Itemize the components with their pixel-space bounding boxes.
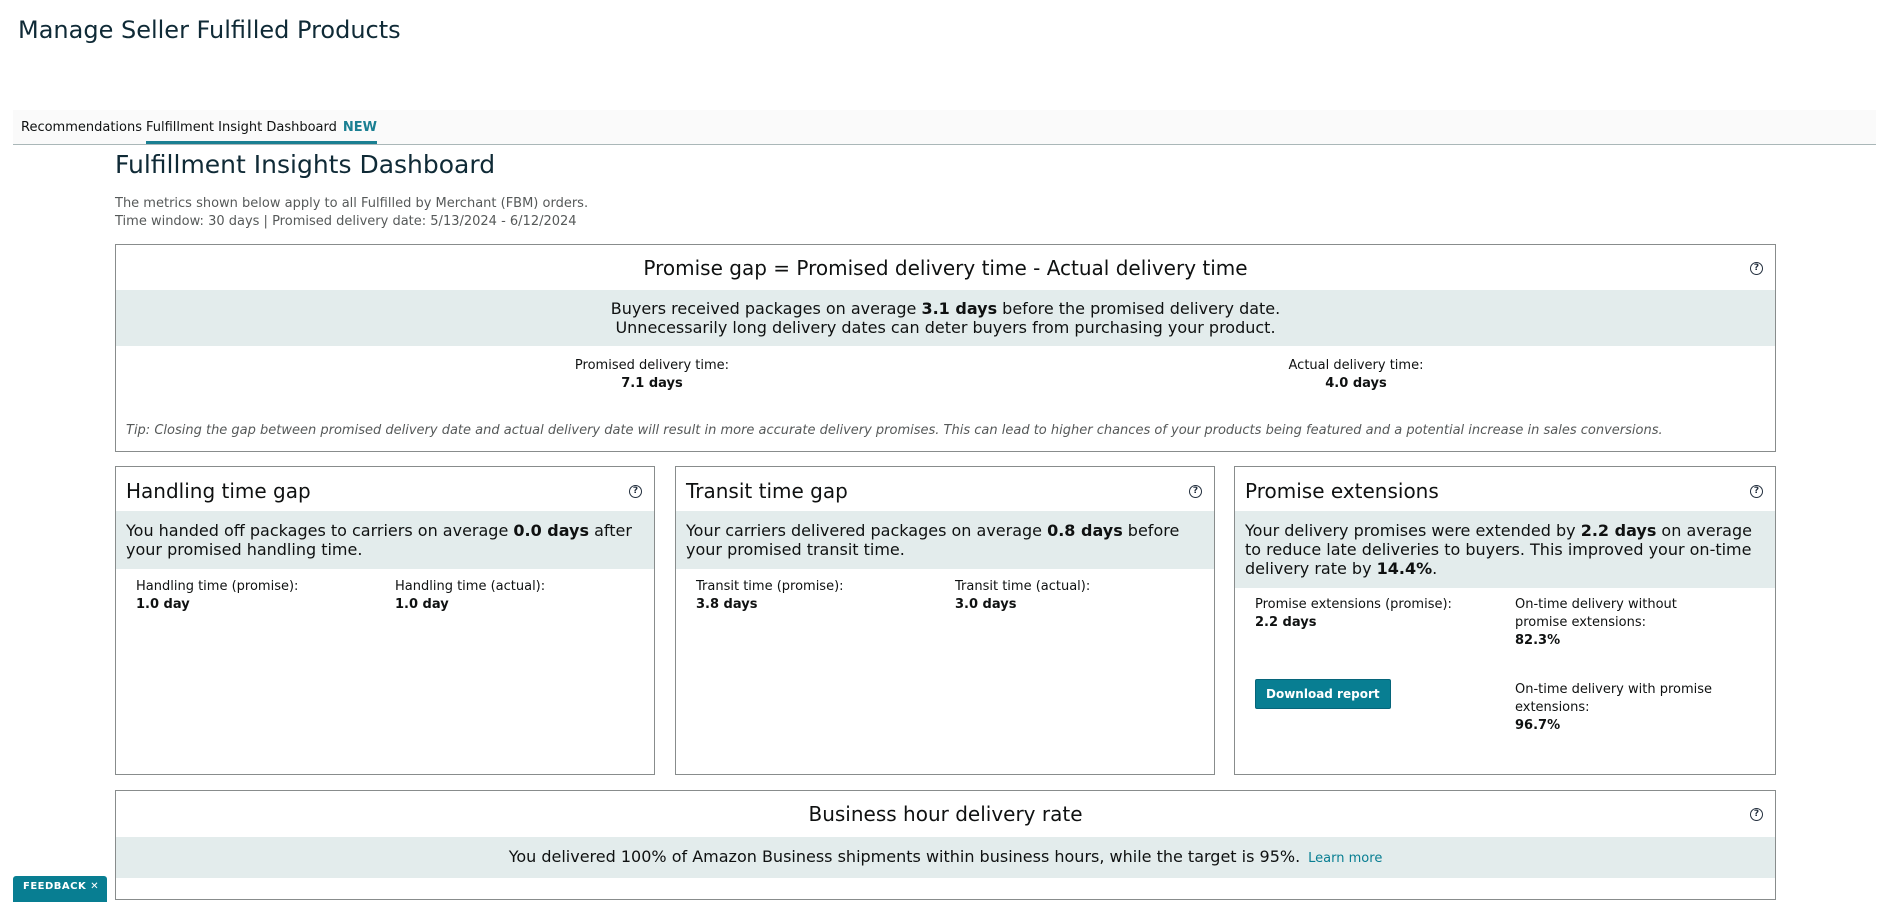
summary-band: Your carriers delivered packages on aver… (676, 511, 1214, 569)
feedback-button[interactable]: FEEDBACK ✕ (13, 876, 108, 902)
stat-label: Promised delivery time: (574, 358, 730, 373)
stat-label: Transit time (promise): (696, 579, 844, 594)
on-time-with-extensions-stat: On-time delivery with promise extensions… (1515, 681, 1715, 735)
summary-band: Your delivery promises were extended by … (1235, 511, 1775, 588)
tab-label: Recommendations (21, 120, 143, 135)
help-icon[interactable]: ? (1189, 485, 1202, 498)
dashboard-title: Fulfillment Insights Dashboard (115, 150, 496, 179)
card-title: Transit time gap (686, 479, 848, 503)
band-text: before the promised delivery date. (997, 299, 1281, 318)
handling-promise-stat: Handling time (promise): 1.0 day (136, 578, 298, 614)
stat-value: 82.3% (1515, 633, 1561, 648)
help-icon[interactable]: ? (1750, 262, 1763, 275)
dashboard-header: Fulfillment Insights Dashboard The metri… (115, 150, 1775, 231)
handling-actual-stat: Handling time (actual): 1.0 day (395, 578, 545, 614)
handling-time-gap-card: Handling time gap ? You handed off packa… (115, 466, 655, 775)
promise-gap-panel: Promise gap = Promised delivery time - A… (115, 244, 1776, 452)
tab-bar: Recommendations Fulfillment Insight Dash… (13, 110, 1876, 145)
stat-value: 7.1 days (621, 376, 683, 391)
band-value: 2.2 days (1580, 521, 1657, 540)
band-text: Your carriers delivered packages on aver… (686, 521, 1048, 540)
download-report-button[interactable]: Download report (1255, 679, 1391, 709)
band-text: You handed off packages to carriers on a… (126, 521, 514, 540)
band-value: 14.4% (1376, 559, 1433, 578)
card-title: Handling time gap (126, 479, 311, 503)
stat-value: 3.8 days (696, 597, 758, 612)
stat-value: 3.0 days (955, 597, 1017, 612)
actual-delivery-stat: Actual delivery time: 4.0 days (1206, 357, 1506, 393)
band-text: . (1432, 559, 1438, 578)
stat-label: Transit time (actual): (955, 579, 1091, 594)
band-value: 3.1 days (921, 299, 998, 318)
card-title: Promise extensions (1245, 479, 1439, 503)
panel-title: Business hour delivery rate (808, 802, 1083, 826)
stat-value: 1.0 day (136, 597, 190, 612)
page-title: Manage Seller Fulfilled Products (18, 16, 401, 44)
help-icon[interactable]: ? (629, 485, 642, 498)
stat-value: 96.7% (1515, 718, 1561, 733)
transit-actual-stat: Transit time (actual): 3.0 days (955, 578, 1090, 614)
stat-label: Handling time (promise): (136, 579, 299, 594)
band-text: Your delivery promises were extended by (1245, 521, 1581, 540)
learn-more-link[interactable]: Learn more (1308, 851, 1382, 866)
tab-recommendations[interactable]: Recommendations (21, 120, 142, 135)
promise-extensions-stat: Promise extensions (promise): 2.2 days (1255, 596, 1455, 632)
transit-time-gap-card: Transit time gap ? Your carriers deliver… (675, 466, 1215, 775)
stat-label: On-time delivery with promise extensions… (1515, 682, 1713, 715)
band-value: 0.0 days (513, 521, 589, 540)
dashboard-meta: The metrics shown below apply to all Ful… (115, 195, 1775, 231)
meta-line: Time window: 30 days | Promised delivery… (115, 214, 577, 229)
band-text: Buyers received packages on average (610, 299, 922, 318)
help-icon[interactable]: ? (1750, 808, 1763, 821)
stat-label: Actual delivery time: (1288, 358, 1424, 373)
help-icon[interactable]: ? (1750, 485, 1763, 498)
tab-label: Fulfillment Insight Dashboard (146, 120, 337, 135)
panel-title: Promise gap = Promised delivery time - A… (643, 256, 1248, 280)
band-value: 0.8 days (1047, 521, 1123, 540)
band-text: You delivered 100% of Amazon Business sh… (508, 847, 1301, 866)
transit-promise-stat: Transit time (promise): 3.8 days (696, 578, 844, 614)
stat-label: Promise extensions (promise): (1255, 597, 1452, 612)
promise-extensions-card: Promise extensions ? Your delivery promi… (1234, 466, 1776, 775)
stat-value: 1.0 day (395, 597, 449, 612)
business-hour-delivery-panel: Business hour delivery rate ? You delive… (115, 790, 1776, 900)
tip-text: Tip: Closing the gap between promised de… (126, 423, 1663, 438)
stat-value: 2.2 days (1255, 615, 1317, 630)
on-time-without-extensions-stat: On-time delivery without promise extensi… (1515, 596, 1715, 650)
promised-delivery-stat: Promised delivery time: 7.1 days (502, 357, 802, 393)
summary-band: You delivered 100% of Amazon Business sh… (116, 837, 1775, 878)
stat-label: On-time delivery without promise extensi… (1515, 597, 1677, 630)
stat-label: Handling time (actual): (395, 579, 546, 594)
tab-fulfillment-insight-dashboard[interactable]: Fulfillment Insight Dashboard NEW (146, 120, 377, 144)
new-badge: NEW (342, 120, 377, 135)
stat-value: 4.0 days (1325, 376, 1387, 391)
band-text: Unnecessarily long delivery dates can de… (615, 318, 1276, 337)
summary-band: You handed off packages to carriers on a… (116, 511, 654, 569)
summary-band: Buyers received packages on average 3.1 … (116, 290, 1775, 346)
meta-line: The metrics shown below apply to all Ful… (115, 196, 589, 211)
